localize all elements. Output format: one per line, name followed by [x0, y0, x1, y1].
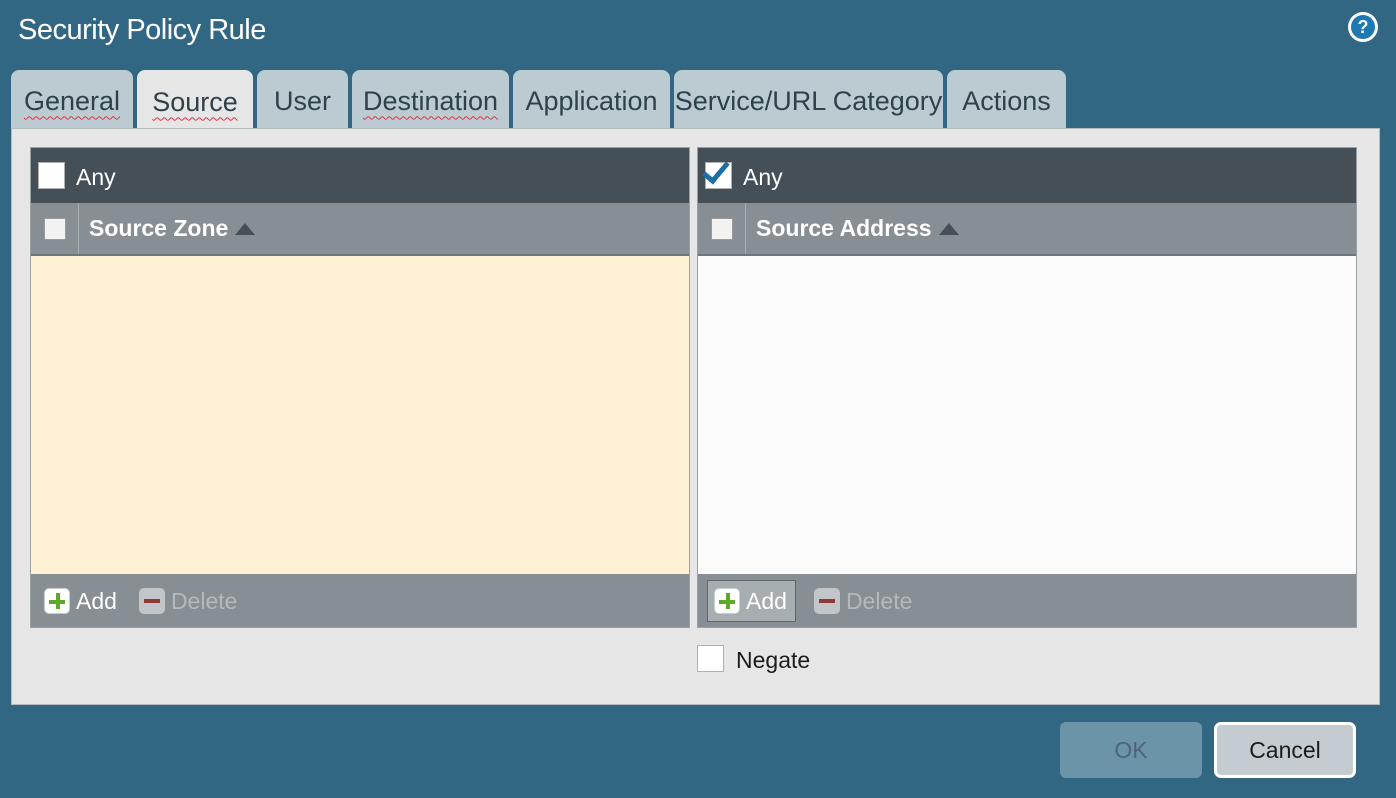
- help-icon[interactable]: ?: [1348, 12, 1378, 42]
- tab-user[interactable]: User: [257, 70, 348, 128]
- tab-actions[interactable]: Actions: [947, 70, 1066, 128]
- source-address-add-button[interactable]: Add: [707, 579, 796, 622]
- question-mark-icon: ?: [1351, 15, 1375, 39]
- negate-row: Negate: [697, 643, 810, 674]
- sort-ascending-icon[interactable]: [938, 222, 959, 235]
- source-zone-column-header: Source Zone: [31, 203, 689, 256]
- source-zone-delete-button[interactable]: Delete: [135, 580, 241, 622]
- plus-icon: [714, 587, 740, 614]
- source-zone-select-all-checkbox[interactable]: [43, 217, 66, 240]
- ok-button[interactable]: OK: [1060, 722, 1202, 778]
- source-address-delete-button[interactable]: Delete: [810, 580, 916, 622]
- tab-destination[interactable]: Destination: [352, 70, 509, 128]
- source-zone-column-title[interactable]: Source Zone: [89, 215, 228, 242]
- source-address-any-row: Any: [698, 148, 1356, 203]
- source-address-column-header: Source Address: [698, 203, 1356, 256]
- cancel-button[interactable]: Cancel: [1214, 722, 1356, 778]
- source-address-footer: Add Delete: [698, 574, 1356, 627]
- source-zone-group: Any Source Zone Add Delete: [30, 147, 690, 628]
- tab-application[interactable]: Application: [513, 70, 670, 128]
- negate-checkbox[interactable]: [697, 645, 724, 672]
- source-address-any-checkbox[interactable]: [702, 155, 732, 189]
- source-zone-add-button[interactable]: Add: [40, 580, 121, 622]
- source-zone-any-label: Any: [76, 164, 116, 190]
- plus-icon: [44, 587, 70, 614]
- minus-icon: [813, 587, 840, 614]
- source-zone-any-row: Any: [31, 148, 689, 203]
- source-address-any-label: Any: [743, 164, 783, 190]
- checkmark-icon: [702, 155, 730, 185]
- minus-icon: [138, 587, 165, 614]
- tab-service-url-category[interactable]: Service/URL Category: [674, 70, 943, 128]
- source-address-column-title[interactable]: Source Address: [756, 215, 932, 242]
- source-address-list[interactable]: [698, 256, 1356, 574]
- tab-source[interactable]: Source: [137, 70, 253, 130]
- tab-general[interactable]: General: [11, 70, 133, 128]
- source-tab-panel: Any Source Zone Add Delete Any Source Ad…: [11, 128, 1380, 705]
- sort-ascending-icon[interactable]: [235, 222, 256, 235]
- source-address-select-all-checkbox[interactable]: [710, 217, 733, 240]
- source-zone-list[interactable]: [31, 256, 689, 574]
- dialog-title: Security Policy Rule: [18, 14, 266, 46]
- source-zone-any-checkbox[interactable]: [38, 162, 65, 189]
- source-address-group: Any Source Address Add Delete: [697, 147, 1357, 628]
- negate-label: Negate: [736, 647, 811, 673]
- source-zone-footer: Add Delete: [31, 574, 689, 627]
